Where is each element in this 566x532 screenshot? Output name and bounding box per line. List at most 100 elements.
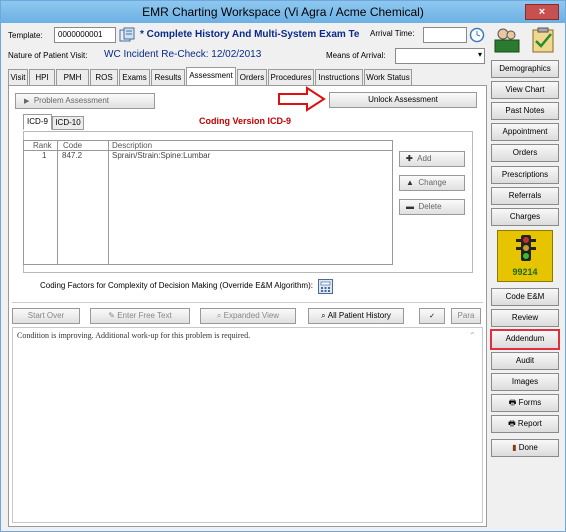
addendum-button[interactable]: Addendum xyxy=(490,329,560,350)
tab-assessment[interactable]: Assessment xyxy=(186,67,236,86)
template-picker-icon[interactable] xyxy=(119,27,135,43)
emr-window: EMR Charting Workspace (Vi Agra / Acme C… xyxy=(0,0,566,532)
view-chart-button[interactable]: View Chart xyxy=(491,81,559,99)
means-of-arrival-select[interactable]: ▾ xyxy=(395,48,485,64)
minus-icon: ▬ xyxy=(406,202,414,211)
cell-description: Sprain/Strain:Spine:Lumbar xyxy=(112,151,211,160)
window-title: EMR Charting Workspace (Vi Agra / Acme C… xyxy=(142,5,424,19)
assessment-note-text[interactable]: Condition is improving. Additional work-… xyxy=(12,327,483,523)
traffic-light-icon xyxy=(516,235,536,261)
enter-free-text-label: Enter Free Text xyxy=(117,311,172,320)
add-label: Add xyxy=(417,154,432,163)
forms-button[interactable]: 🖶 Forms xyxy=(491,394,559,412)
past-notes-button[interactable]: Past Notes xyxy=(491,102,559,120)
sidebar-blank xyxy=(490,461,561,527)
all-patient-history-button[interactable]: ⌕ All Patient History xyxy=(308,308,404,324)
expand-arrow-icon: ▶ xyxy=(24,98,30,105)
magnifier-icon: ⌕ xyxy=(321,311,326,320)
cell-code: 847.2 xyxy=(62,151,83,160)
column-header-code: Code xyxy=(63,141,83,150)
audit-button[interactable]: Audit xyxy=(491,352,559,370)
tab-pmh[interactable]: PMH xyxy=(56,69,89,86)
template-label: Template: xyxy=(8,31,43,40)
charges-button[interactable]: Charges xyxy=(491,208,559,226)
change-button[interactable]: ▲ Change xyxy=(399,175,465,191)
start-over-button[interactable]: Start Over xyxy=(12,308,80,324)
referrals-button[interactable]: Referrals xyxy=(491,187,559,205)
expanded-view-label: Expanded View xyxy=(223,311,280,320)
spellcheck-icon: ✓ xyxy=(429,313,435,320)
red-arrow-icon xyxy=(278,86,326,112)
title-bar: EMR Charting Workspace (Vi Agra / Acme C… xyxy=(1,1,565,23)
means-of-arrival-label: Means of Arrival: xyxy=(326,51,386,60)
magnifier-icon: ⌕ xyxy=(216,311,222,320)
printer-icon: 🖶 xyxy=(508,398,517,407)
clipboard-check-icon[interactable] xyxy=(530,26,556,54)
coding-version: Coding Version ICD-9 xyxy=(199,116,292,126)
tab-ros[interactable]: ROS xyxy=(90,69,118,86)
diagnosis-list[interactable]: Rank Code Description 1 847.2 Sprain/Str… xyxy=(23,140,393,265)
tab-icd9[interactable]: ICD-9 xyxy=(23,114,52,130)
door-exit-icon: ▮ xyxy=(512,443,517,452)
tab-orders[interactable]: Orders xyxy=(237,69,267,86)
tab-work-status[interactable]: Work Status xyxy=(364,69,412,86)
demographics-button[interactable]: Demographics xyxy=(491,60,559,78)
expanded-view-button[interactable]: ⌕ Expanded View xyxy=(200,308,296,324)
scroll-up-icon[interactable]: ⌃ xyxy=(469,331,476,340)
cell-rank: 1 xyxy=(42,151,47,160)
column-header-description: Description xyxy=(112,141,153,150)
forms-label: Forms xyxy=(518,398,542,407)
plus-icon: ✚ xyxy=(406,154,413,163)
template-name: * Complete History And Multi-System Exam… xyxy=(140,29,360,40)
calculator-icon[interactable] xyxy=(317,278,334,295)
divider xyxy=(12,302,483,303)
orders-button[interactable]: Orders xyxy=(491,144,559,162)
problem-assessment-button[interactable]: ▶ Problem Assessment xyxy=(15,93,155,109)
prescriptions-button[interactable]: Prescriptions xyxy=(491,166,559,184)
tab-hpi[interactable]: HPI xyxy=(29,69,55,86)
delete-button[interactable]: ▬ Delete xyxy=(399,199,465,215)
clock-icon[interactable] xyxy=(469,27,485,43)
nature-label: Nature of Patient Visit: xyxy=(8,51,88,60)
tab-visit[interactable]: Visit xyxy=(8,69,28,86)
coding-factors-label: Coding Factors for Complexity of Decisio… xyxy=(40,281,313,290)
arrival-time-field[interactable] xyxy=(423,27,467,43)
em-code-value: 99214 xyxy=(512,267,538,277)
tab-procedures[interactable]: Procedures xyxy=(268,69,314,86)
appointment-button[interactable]: Appointment xyxy=(491,123,559,141)
report-label: Report xyxy=(517,419,542,428)
pencil-icon: ✎ xyxy=(108,311,115,320)
people-icon[interactable] xyxy=(494,26,520,54)
column-header-rank: Rank xyxy=(33,141,52,150)
problem-assessment-label: Problem Assessment xyxy=(33,96,109,105)
chevron-down-icon: ▾ xyxy=(477,50,482,59)
template-field[interactable]: 0000000001 xyxy=(54,27,116,43)
column-divider xyxy=(108,141,109,264)
tab-icd10[interactable]: ICD-10 xyxy=(52,116,84,130)
code-em-button[interactable]: Code E&M xyxy=(491,288,559,306)
tab-results[interactable]: Results xyxy=(151,69,185,86)
unlock-assessment-button[interactable]: Unlock Assessment xyxy=(329,92,477,108)
report-button[interactable]: 🖶 Report xyxy=(491,415,559,433)
note-text: Condition is improving. Additional work-… xyxy=(17,331,251,340)
para-button[interactable]: Para xyxy=(451,308,481,324)
em-code-panel[interactable]: 99214 xyxy=(497,230,553,282)
spellcheck-button[interactable]: ✓ xyxy=(419,308,445,324)
all-patient-history-label: All Patient History xyxy=(327,311,391,320)
change-label: Change xyxy=(418,178,447,187)
close-button[interactable]: × xyxy=(525,4,559,20)
tab-instructions[interactable]: Instructions xyxy=(315,69,363,86)
column-divider xyxy=(57,141,58,264)
review-button[interactable]: Review xyxy=(491,309,559,327)
done-label: Done xyxy=(518,443,538,452)
triangle-up-icon: ▲ xyxy=(406,178,414,187)
arrival-time-label: Arrival Time: xyxy=(370,29,415,38)
done-button[interactable]: ▮ Done xyxy=(491,439,559,457)
tab-exams[interactable]: Exams xyxy=(119,69,150,86)
add-button[interactable]: ✚ Add xyxy=(399,151,465,167)
printer-icon: 🖶 xyxy=(508,419,516,428)
nature-value: WC Incident Re-Check: 12/02/2013 xyxy=(104,49,262,60)
delete-label: Delete xyxy=(418,202,442,211)
images-button[interactable]: Images xyxy=(491,373,559,391)
enter-free-text-button[interactable]: ✎ Enter Free Text xyxy=(90,308,190,324)
